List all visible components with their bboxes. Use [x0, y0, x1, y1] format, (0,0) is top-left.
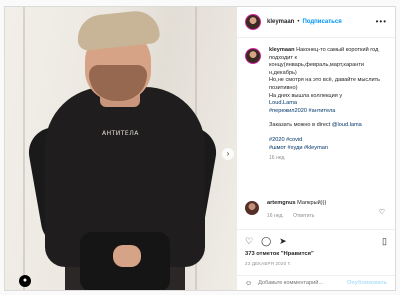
emoji-icon[interactable]: ☺: [245, 280, 252, 287]
avatar[interactable]: [245, 48, 261, 64]
header-username[interactable]: kleymaan: [267, 19, 294, 25]
comment-text: Мапкрый))): [297, 200, 327, 206]
avatar[interactable]: [245, 14, 261, 30]
comment-item: artemgnus Мапкрый))) 16 нед. Ответить ♡: [245, 200, 391, 220]
more-options-icon[interactable]: •••: [376, 17, 387, 26]
post-actions: ♡ ◯ ➤ ▯ 373 отметок "Нравится" 23 ДЕКАБР…: [237, 229, 395, 279]
hashtag-links[interactable]: #пережил2020 #антитела: [269, 108, 335, 114]
caption-line: Заказать можно в direct: [269, 122, 331, 129]
hand-shape: [113, 245, 141, 267]
caption-username[interactable]: kleymaan: [269, 47, 295, 53]
publish-button[interactable]: Опубликовать: [347, 280, 387, 286]
hashtag-links[interactable]: #2020 #covid: [269, 137, 302, 143]
comment-username[interactable]: artemgnus: [267, 200, 296, 206]
reply-button[interactable]: Ответить: [293, 213, 314, 219]
likes-count[interactable]: 373 отметок "Нравится": [245, 251, 387, 257]
like-icon[interactable]: ♡: [245, 236, 253, 247]
avatar[interactable]: [245, 201, 259, 215]
post-date: 23 ДЕКАБРЯ 2020 Г.: [245, 261, 292, 266]
next-photo-icon[interactable]: ›: [222, 148, 234, 160]
comment-input[interactable]: [258, 280, 348, 286]
comment-like-icon[interactable]: ♡: [379, 208, 385, 216]
hashtag-links[interactable]: #шмот #худи #kleyman: [269, 145, 328, 151]
post-side-panel: kleymaan • Подписаться ••• kleymaan Нако…: [237, 7, 395, 290]
caption: kleymaan Наконец-то самый короткий год п…: [245, 47, 391, 163]
caption-timestamp: 16 нед.: [269, 155, 286, 162]
separator-dot: •: [297, 19, 300, 25]
hair-shape: [75, 8, 161, 52]
post-card: АНТИТЕЛА › ● kleymaan • Подписаться ••• …: [4, 6, 396, 291]
add-comment-bar: ☺ Опубликовать: [237, 275, 395, 290]
hoodie-print: АНТИТЕЛА: [102, 130, 139, 137]
bookmark-icon[interactable]: ▯: [382, 236, 387, 247]
wall-panel-line: [23, 7, 25, 290]
share-icon[interactable]: ➤: [279, 236, 287, 247]
comment-timestamp: 16 нед.: [267, 212, 284, 219]
caption-line: Но,не смотря на это всё, давайте мыслить…: [269, 77, 381, 91]
caption-line: На днях вышла коллекция у: [269, 92, 343, 99]
user-tag-icon[interactable]: ●: [19, 275, 31, 287]
mention-link[interactable]: @loud.lama: [332, 122, 362, 128]
mention-link[interactable]: Loud.Lama: [269, 100, 297, 106]
post-photo[interactable]: АНТИТЕЛА › ●: [5, 7, 237, 290]
comment-icon[interactable]: ◯: [261, 236, 271, 247]
post-header: kleymaan • Подписаться •••: [237, 7, 395, 38]
follow-button[interactable]: Подписаться: [302, 19, 341, 25]
